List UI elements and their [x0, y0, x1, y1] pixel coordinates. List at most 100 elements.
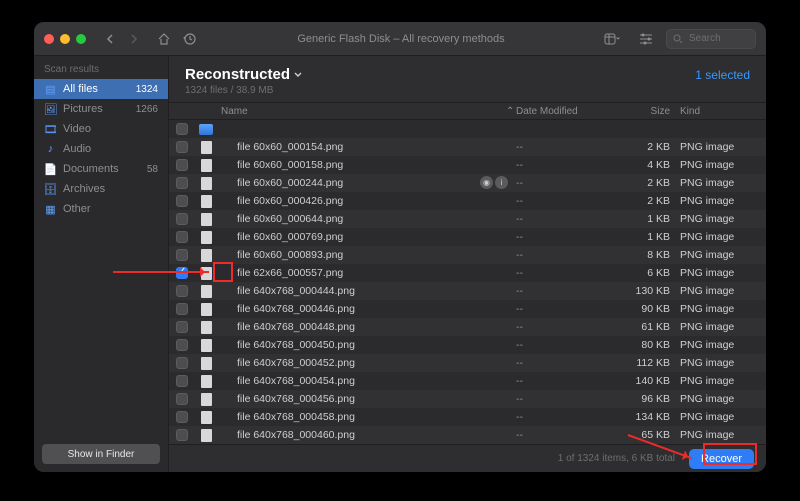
table-row[interactable]: file 60x60_000644.png--1 KBPNG image [169, 210, 766, 228]
row-checkbox[interactable] [176, 375, 188, 387]
table-row[interactable]: file 60x60_000244.png◉i--2 KBPNG image [169, 174, 766, 192]
table-row[interactable]: file 640x768_000450.png--80 KBPNG image [169, 336, 766, 354]
col-size[interactable]: Size [616, 106, 676, 117]
table-row[interactable]: file 640x768_000460.png--65 KBPNG image [169, 426, 766, 444]
file-kind: PNG image [676, 177, 766, 189]
file-name: file 640x768_000456.png [217, 393, 516, 405]
table-row[interactable]: file 640x768_000448.png--61 KBPNG image [169, 318, 766, 336]
view-mode-button[interactable] [602, 33, 622, 45]
col-kind[interactable]: Kind [676, 106, 766, 117]
home-button[interactable] [154, 33, 174, 45]
row-checkbox[interactable] [176, 411, 188, 423]
sidebar-item-documents[interactable]: 📄Documents58 [34, 159, 168, 179]
zoom-window-button[interactable] [76, 34, 86, 44]
window-title: Generic Flash Disk – All recovery method… [200, 33, 602, 45]
file-icon [201, 213, 212, 226]
column-headers: Name ⌃ Date Modified Size Kind [169, 102, 766, 120]
audio-icon: ♪ [44, 143, 57, 156]
sidebar-item-all-files[interactable]: ▤All files1324 [34, 79, 168, 99]
history-button[interactable] [180, 32, 200, 46]
sidebar-item-label: Other [63, 203, 91, 215]
table-row[interactable]: file 60x60_000893.png--8 KBPNG image [169, 246, 766, 264]
sidebar: Scan results ▤All files1324🖼Pictures1266… [34, 56, 169, 472]
table-row[interactable]: file 640x768_000444.png--130 KBPNG image [169, 282, 766, 300]
file-size: 2 KB [616, 195, 676, 207]
sidebar-item-audio[interactable]: ♪Audio [34, 139, 168, 159]
row-checkbox[interactable] [176, 285, 188, 297]
documents-icon: 📄 [44, 163, 57, 176]
file-kind: PNG image [676, 357, 766, 369]
selection-count: 1 selected [695, 68, 750, 82]
filters-button[interactable] [636, 33, 656, 45]
window-controls [44, 34, 86, 44]
table-row[interactable]: file 60x60_000769.png--1 KBPNG image [169, 228, 766, 246]
file-icon [201, 303, 212, 316]
footer: 1 of 1324 items, 6 KB total Recover [169, 444, 766, 472]
back-button[interactable] [100, 34, 120, 44]
file-date: -- [516, 429, 616, 441]
file-icon [201, 321, 212, 334]
row-checkbox[interactable] [176, 195, 188, 207]
search-field[interactable]: Search [666, 29, 756, 49]
preview-icon[interactable]: ◉ [480, 176, 493, 189]
section-title[interactable]: Reconstructed [185, 66, 302, 83]
table-row[interactable]: file 60x60_000426.png--2 KBPNG image [169, 192, 766, 210]
table-row[interactable]: file 640x768_000452.png--112 KBPNG image [169, 354, 766, 372]
sidebar-item-other[interactable]: ▦ Other [34, 199, 168, 219]
row-checkbox[interactable] [176, 321, 188, 333]
file-icon [201, 375, 212, 388]
minimize-window-button[interactable] [60, 34, 70, 44]
forward-button[interactable] [124, 34, 144, 44]
row-checkbox[interactable] [176, 339, 188, 351]
file-date: -- [516, 213, 616, 225]
close-window-button[interactable] [44, 34, 54, 44]
file-kind: PNG image [676, 267, 766, 279]
sidebar-header: Scan results [34, 56, 168, 79]
file-icon [201, 177, 212, 190]
table-row[interactable]: file 640x768_000454.png--140 KBPNG image [169, 372, 766, 390]
file-date: -- [516, 195, 616, 207]
row-checkbox[interactable] [176, 303, 188, 315]
row-checkbox[interactable] [176, 141, 188, 153]
table-row[interactable] [169, 120, 766, 138]
file-size: 6 KB [616, 267, 676, 279]
row-checkbox[interactable] [176, 393, 188, 405]
sidebar-item-pictures[interactable]: 🖼Pictures1266 [34, 99, 168, 119]
table-row[interactable]: file 640x768_000446.png--90 KBPNG image [169, 300, 766, 318]
col-name[interactable]: Name [217, 106, 506, 117]
file-name: file 640x768_000452.png [217, 357, 516, 369]
file-list: Name ⌃ Date Modified Size Kind file 60x6… [169, 102, 766, 444]
recover-button[interactable]: Recover [689, 449, 754, 469]
row-checkbox[interactable] [176, 357, 188, 369]
file-icon [201, 339, 212, 352]
table-row[interactable]: file 62x66_000557.png--6 KBPNG image [169, 264, 766, 282]
row-checkbox[interactable] [176, 213, 188, 225]
file-kind: PNG image [676, 285, 766, 297]
info-icon[interactable]: i [495, 176, 508, 189]
row-checkbox[interactable] [176, 159, 188, 171]
sidebar-item-video[interactable]: 🎞Video [34, 119, 168, 139]
file-kind: PNG image [676, 141, 766, 153]
file-kind: PNG image [676, 303, 766, 315]
other-icon: ▦ [44, 203, 57, 216]
file-name: file 60x60_000154.png [217, 141, 516, 153]
row-checkbox[interactable] [176, 267, 188, 279]
table-row[interactable]: file 640x768_000456.png--96 KBPNG image [169, 390, 766, 408]
row-checkbox[interactable] [176, 177, 188, 189]
row-checkbox[interactable] [176, 429, 188, 441]
archives-icon: 🗄 [44, 183, 57, 196]
row-checkbox[interactable] [176, 231, 188, 243]
section-title-label: Reconstructed [185, 66, 290, 83]
row-checkbox[interactable] [176, 249, 188, 261]
file-icon [201, 411, 212, 424]
file-kind: PNG image [676, 429, 766, 441]
sidebar-item-archives[interactable]: 🗄Archives [34, 179, 168, 199]
file-size: 130 KB [616, 285, 676, 297]
table-row[interactable]: file 60x60_000154.png--2 KBPNG image [169, 138, 766, 156]
show-in-finder-button[interactable]: Show in Finder [42, 444, 160, 464]
row-checkbox[interactable] [176, 123, 188, 135]
file-date: -- [516, 249, 616, 261]
table-row[interactable]: file 60x60_000158.png--4 KBPNG image [169, 156, 766, 174]
table-row[interactable]: file 640x768_000458.png--134 KBPNG image [169, 408, 766, 426]
col-date[interactable]: Date Modified [516, 106, 616, 117]
